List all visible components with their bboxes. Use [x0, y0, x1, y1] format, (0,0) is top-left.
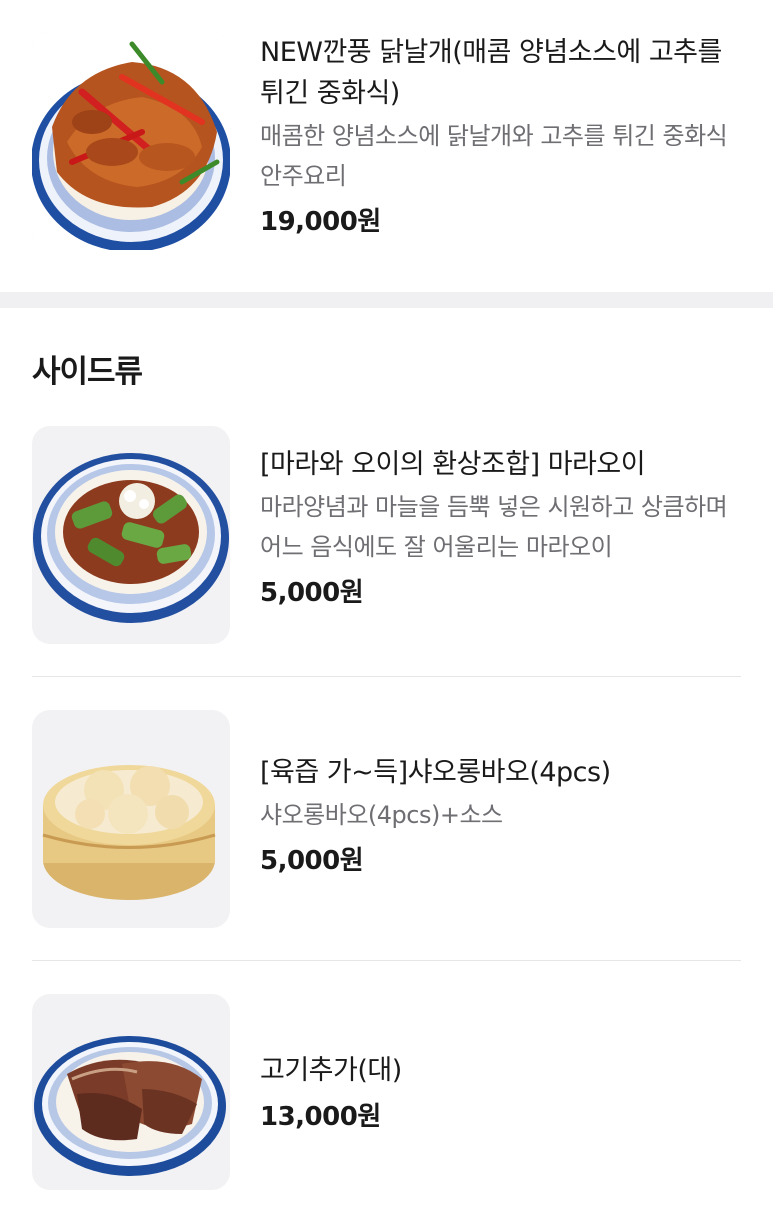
menu-item-name: NEW깐풍 닭날개(매콤 양념소스에 고추를 튀긴 중화식): [260, 37, 722, 109]
menu-item-kkanpung-wings[interactable]: NEW깐풍 닭날개(매콤 양념소스에 고추를 튀긴 중화식) 매콤한 양념소스에…: [0, 32, 773, 252]
xiaolongbao-image: [42, 765, 216, 900]
spicy-chicken-wings-image: [32, 32, 230, 250]
menu-item-description: 샤오롱바오(4pcs)+소스: [260, 801, 503, 829]
section-separator: [0, 292, 773, 308]
menu-item-xiaolongbao[interactable]: [육즙 가~득]샤오롱바오(4pcs) 샤오롱바오(4pcs)+소스 5,000…: [0, 710, 773, 930]
menu-item-price: 19,000원: [260, 207, 381, 237]
menu-item-name: 고기추가(대): [260, 1055, 402, 1086]
mala-cucumber-image: [33, 453, 229, 623]
menu-item-image: [32, 994, 230, 1190]
menu-item-name: [마라와 오이의 환상조합] 마라오이: [260, 449, 646, 480]
menu-item-image: [32, 710, 230, 928]
menu-item-name: [육즙 가~득]샤오롱바오(4pcs): [260, 757, 611, 788]
menu-page: NEW깐풍 닭날개(매콤 양념소스에 고추를 튀긴 중화식) 매콤한 양념소스에…: [0, 0, 773, 1218]
menu-item-description: 마라양념과 마늘을 듬뿍 넣은 시원하고 상큼하며 어느 음식에도 잘 어울리는…: [260, 493, 728, 561]
menu-item-description: 매콤한 양념소스에 닭날개와 고추를 튀긴 중화식 안주요리: [260, 122, 728, 190]
menu-item-mala-cucumber[interactable]: [마라와 오이의 환상조합] 마라오이 마라양념과 마늘을 듬뿍 넣은 시원하고…: [0, 426, 773, 646]
menu-item-price: 5,000원: [260, 846, 364, 876]
menu-item-price: 13,000원: [260, 1102, 381, 1132]
item-divider: [32, 676, 741, 677]
menu-item-image: [32, 426, 230, 644]
section-title: 사이드류: [32, 354, 143, 390]
menu-item-image: [32, 32, 230, 250]
menu-item-price: 5,000원: [260, 578, 364, 608]
menu-item-extra-meat[interactable]: 고기추가(대) 13,000원: [0, 994, 773, 1194]
sliced-beef-image: [34, 1036, 226, 1176]
item-divider: [32, 960, 741, 961]
